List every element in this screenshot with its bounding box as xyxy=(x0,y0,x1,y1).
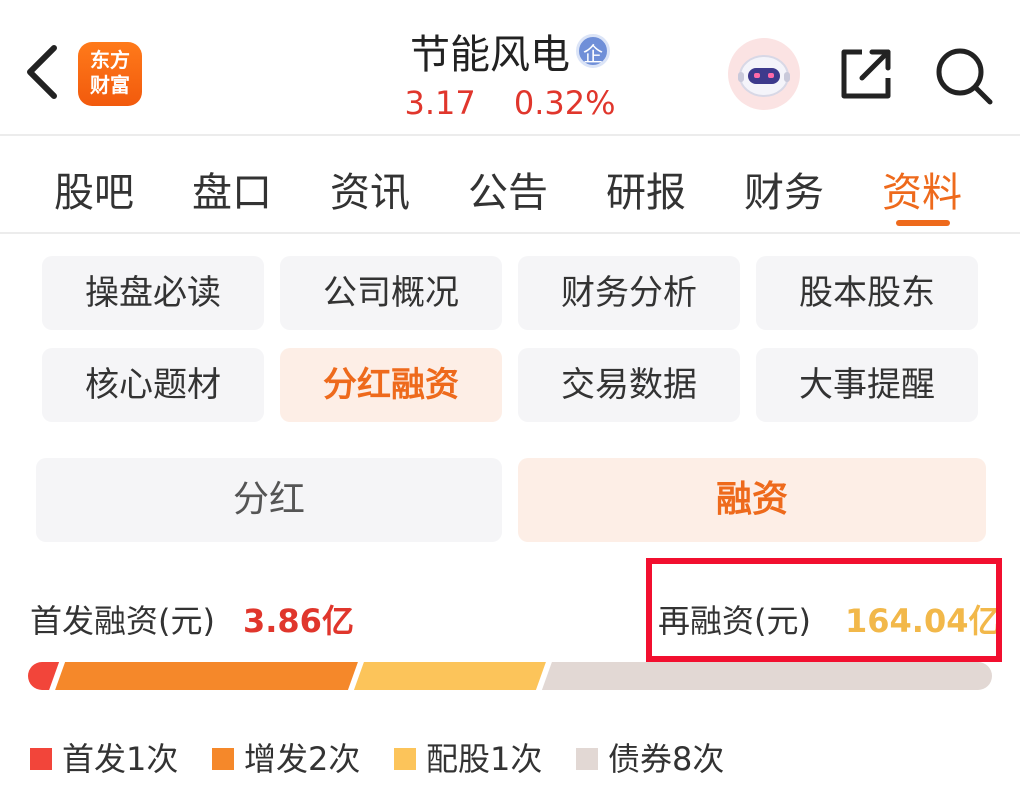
tab-pankou[interactable]: 盘口 xyxy=(192,160,272,218)
main-tabs: 股吧 盘口 资讯 公告 研报 财务 资料 xyxy=(0,138,1020,234)
stock-change-pct: 0.32% xyxy=(513,84,616,122)
category-company-overview[interactable]: 公司概况 xyxy=(280,256,502,330)
legend-item-rights-issue: 配股1次 xyxy=(394,734,542,780)
top-bar: 东方 财富 节能风电企 3.17 0.32% xyxy=(0,0,1020,136)
subtab-financing[interactable]: 融资 xyxy=(518,458,986,542)
bar-segment-2 xyxy=(55,662,358,690)
tab-announcements[interactable]: 公告 xyxy=(468,160,548,218)
legend-swatch xyxy=(394,748,416,770)
share-icon[interactable] xyxy=(836,44,896,104)
legend-label: 债券8次 xyxy=(608,740,725,778)
subtab-dividend[interactable]: 分红 xyxy=(36,458,502,542)
search-icon[interactable] xyxy=(932,44,996,108)
ipo-financing-label: 首发融资(元) xyxy=(30,602,215,640)
stock-price: 3.17 xyxy=(404,84,476,122)
tab-news[interactable]: 资讯 xyxy=(330,160,410,218)
category-core-themes[interactable]: 核心题材 xyxy=(42,348,264,422)
category-financial-analysis[interactable]: 财务分析 xyxy=(518,256,740,330)
legend-item-placement: 增发2次 xyxy=(212,734,360,780)
refinancing-highlight-box xyxy=(646,558,1002,662)
assistant-robot-icon[interactable] xyxy=(728,38,800,110)
stock-name: 节能风电 xyxy=(410,32,570,78)
ipo-financing: 首发融资(元) 3.86亿 xyxy=(30,596,354,642)
ipo-financing-value: 3.86亿 xyxy=(242,602,354,640)
tab-guba[interactable]: 股吧 xyxy=(54,160,134,218)
category-trading-essentials[interactable]: 操盘必读 xyxy=(42,256,264,330)
legend-item-bonds: 债券8次 xyxy=(576,734,724,780)
category-major-events[interactable]: 大事提醒 xyxy=(756,348,978,422)
bar-segment-3 xyxy=(353,662,546,690)
enterprise-badge: 企 xyxy=(576,34,610,68)
legend-label: 增发2次 xyxy=(244,740,361,778)
legend-item-ipo: 首发1次 xyxy=(30,734,178,780)
active-tab-indicator xyxy=(896,220,950,226)
tab-profile[interactable]: 资料 xyxy=(882,160,962,218)
tab-finance[interactable]: 财务 xyxy=(744,160,824,218)
category-shareholders[interactable]: 股本股东 xyxy=(756,256,978,330)
financing-breakdown-bar xyxy=(28,662,992,690)
category-dividend-financing[interactable]: 分红融资 xyxy=(280,348,502,422)
legend-label: 首发1次 xyxy=(62,740,179,778)
legend-swatch xyxy=(212,748,234,770)
legend-swatch xyxy=(576,748,598,770)
legend-label: 配股1次 xyxy=(426,740,543,778)
legend-swatch xyxy=(30,748,52,770)
tab-research[interactable]: 研报 xyxy=(606,160,686,218)
bar-segment-4 xyxy=(541,662,992,690)
category-trading-data[interactable]: 交易数据 xyxy=(518,348,740,422)
